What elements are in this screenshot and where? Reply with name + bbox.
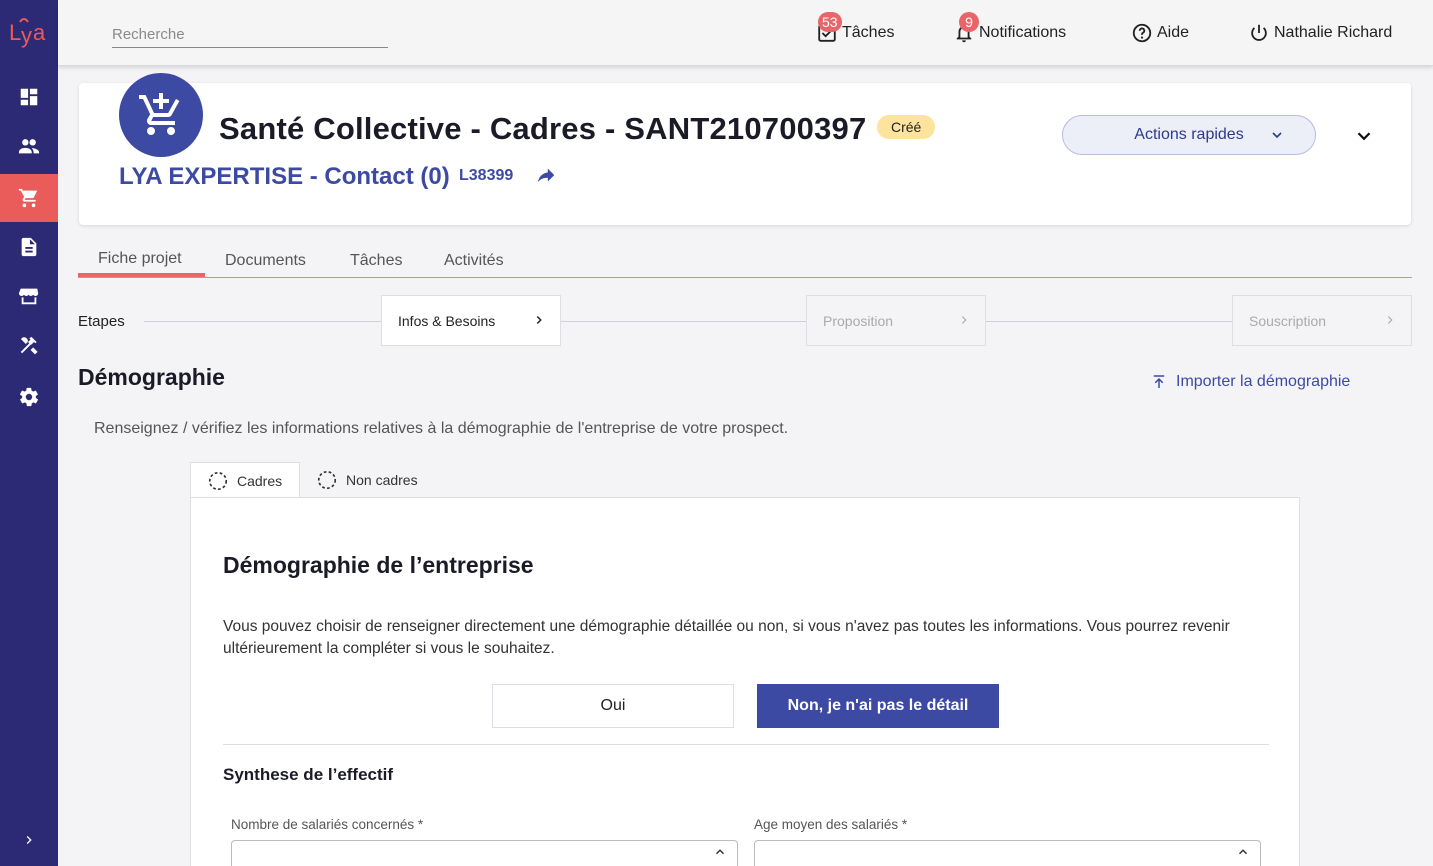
gear-icon	[19, 387, 39, 407]
subtab-non-cadres[interactable]: Non cadres	[300, 462, 440, 498]
quick-actions-label: Actions rapides	[1134, 126, 1244, 143]
active-tab-indicator	[78, 273, 205, 277]
quick-actions-button[interactable]: Actions rapides	[1062, 115, 1316, 155]
company-link[interactable]: LYA EXPERTISE - Contact (0)	[119, 163, 450, 191]
progress-spinner-icon	[317, 470, 337, 490]
users-icon	[18, 139, 40, 154]
upload-icon	[1153, 375, 1165, 388]
sidebar-item-store[interactable]	[0, 272, 58, 320]
lya-logo[interactable]: L y a	[6, 12, 52, 52]
user-menu-button[interactable]: Nathalie Richard	[1248, 22, 1392, 44]
chevron-right-icon	[26, 836, 32, 844]
project-header-card: Santé Collective - Cadres - SANT21070039…	[79, 73, 1411, 225]
average-age-input[interactable]	[754, 840, 1261, 866]
tab-activites[interactable]: Activités	[444, 252, 504, 270]
step-connector	[986, 321, 1232, 322]
step-label: Souscription	[1249, 312, 1327, 329]
help-circle-icon	[1132, 23, 1152, 43]
step-connector	[144, 321, 382, 322]
sidebar-expand-button[interactable]	[0, 816, 58, 864]
svg-text:L: L	[9, 20, 21, 45]
step-label: Proposition	[823, 312, 894, 329]
notifications-count-badge: 9	[959, 12, 979, 32]
tab-fiche-projet[interactable]: Fiche projet	[98, 250, 182, 268]
step-label: Infos & Besoins	[398, 312, 496, 329]
svg-text:y: y	[21, 23, 32, 48]
chevron-right-icon	[536, 315, 542, 325]
tab-documents[interactable]: Documents	[225, 252, 306, 270]
section-title: Démographie	[78, 364, 225, 390]
sidebar-item-tools[interactable]	[0, 322, 58, 370]
cart-icon	[18, 188, 38, 208]
tasks-count-badge: 53	[818, 12, 842, 32]
sidebar-item-documents[interactable]	[0, 223, 58, 271]
help-label: Aide	[1157, 24, 1190, 41]
import-demography-link[interactable]: Importer la démographie	[1150, 373, 1350, 391]
step-infos-besoins[interactable]: Infos & Besoins	[381, 295, 561, 346]
chevron-down-icon	[1272, 132, 1282, 139]
project-avatar	[119, 73, 203, 157]
chevron-right-icon	[961, 316, 967, 324]
spinner-up-icon[interactable]	[1236, 845, 1250, 859]
user-name: Nathalie Richard	[1274, 24, 1393, 41]
document-icon	[21, 237, 37, 257]
step-souscription[interactable]: Souscription	[1232, 295, 1412, 346]
progress-spinner-icon	[208, 471, 228, 490]
subtab-label: Non cadres	[346, 472, 418, 488]
card-title: Démographie de l’entreprise	[223, 552, 534, 578]
store-icon	[18, 288, 39, 305]
expand-header-chevron-icon[interactable]	[1353, 125, 1375, 147]
card-description: Vous pouvez choisir de renseigner direct…	[223, 618, 1230, 657]
employee-count-input[interactable]	[231, 840, 738, 866]
tools-icon	[20, 336, 38, 355]
workforce-summary-title: Synthese de l’effectif	[223, 765, 394, 784]
steps-label: Etapes	[78, 313, 125, 330]
cart-add-icon	[139, 93, 180, 135]
help-button[interactable]: Aide	[1131, 22, 1189, 44]
status-badge: Créé	[877, 115, 936, 139]
company-code: L38399	[459, 167, 514, 184]
demography-card: Démographie de l’entreprise Vous pouvez …	[190, 497, 1300, 866]
share-arrow-icon[interactable]	[535, 165, 557, 187]
import-label: Importer la démographie	[1176, 373, 1351, 390]
step-proposition[interactable]: Proposition	[806, 295, 986, 346]
employee-count-label: Nombre de salariés concernés *	[231, 817, 424, 832]
project-tabs: Fiche projet Documents Tâches Activités	[78, 244, 1412, 278]
sidebar-item-cart[interactable]	[0, 174, 58, 222]
sidebar: L y a	[0, 0, 58, 866]
topbar: Tâches 53 Notifications 9 Aide Nathalie …	[58, 0, 1433, 66]
subtab-cadres[interactable]: Cadres	[190, 462, 300, 498]
power-icon	[1251, 24, 1267, 41]
tab-taches[interactable]: Tâches	[350, 252, 402, 270]
notifications-label: Notifications	[979, 24, 1067, 41]
subtab-label: Cadres	[237, 472, 283, 489]
dashboard-icon	[20, 88, 38, 106]
yes-button[interactable]: Oui	[492, 684, 734, 728]
project-title: Santé Collective - Cadres - SANT21070039…	[219, 111, 867, 146]
spinner-up-icon[interactable]	[713, 845, 727, 859]
sidebar-item-dashboard[interactable]	[0, 73, 58, 121]
tasks-label: Tâches	[842, 24, 895, 41]
search-input[interactable]	[112, 22, 388, 48]
divider	[223, 744, 1269, 745]
sidebar-item-settings[interactable]	[0, 373, 58, 421]
average-age-label: Age moyen des salariés *	[754, 817, 908, 832]
step-connector	[560, 321, 806, 322]
chevron-right-icon	[1387, 316, 1393, 324]
sidebar-item-users[interactable]	[0, 122, 58, 170]
notifications-button[interactable]: Notifications 9	[953, 12, 1067, 44]
no-detail-button[interactable]: Non, je n'ai pas le détail	[757, 684, 999, 728]
section-description: Renseignez / vérifiez les informations r…	[94, 420, 789, 437]
tasks-button[interactable]: Tâches 53	[816, 12, 895, 44]
svg-text:a: a	[33, 20, 46, 45]
